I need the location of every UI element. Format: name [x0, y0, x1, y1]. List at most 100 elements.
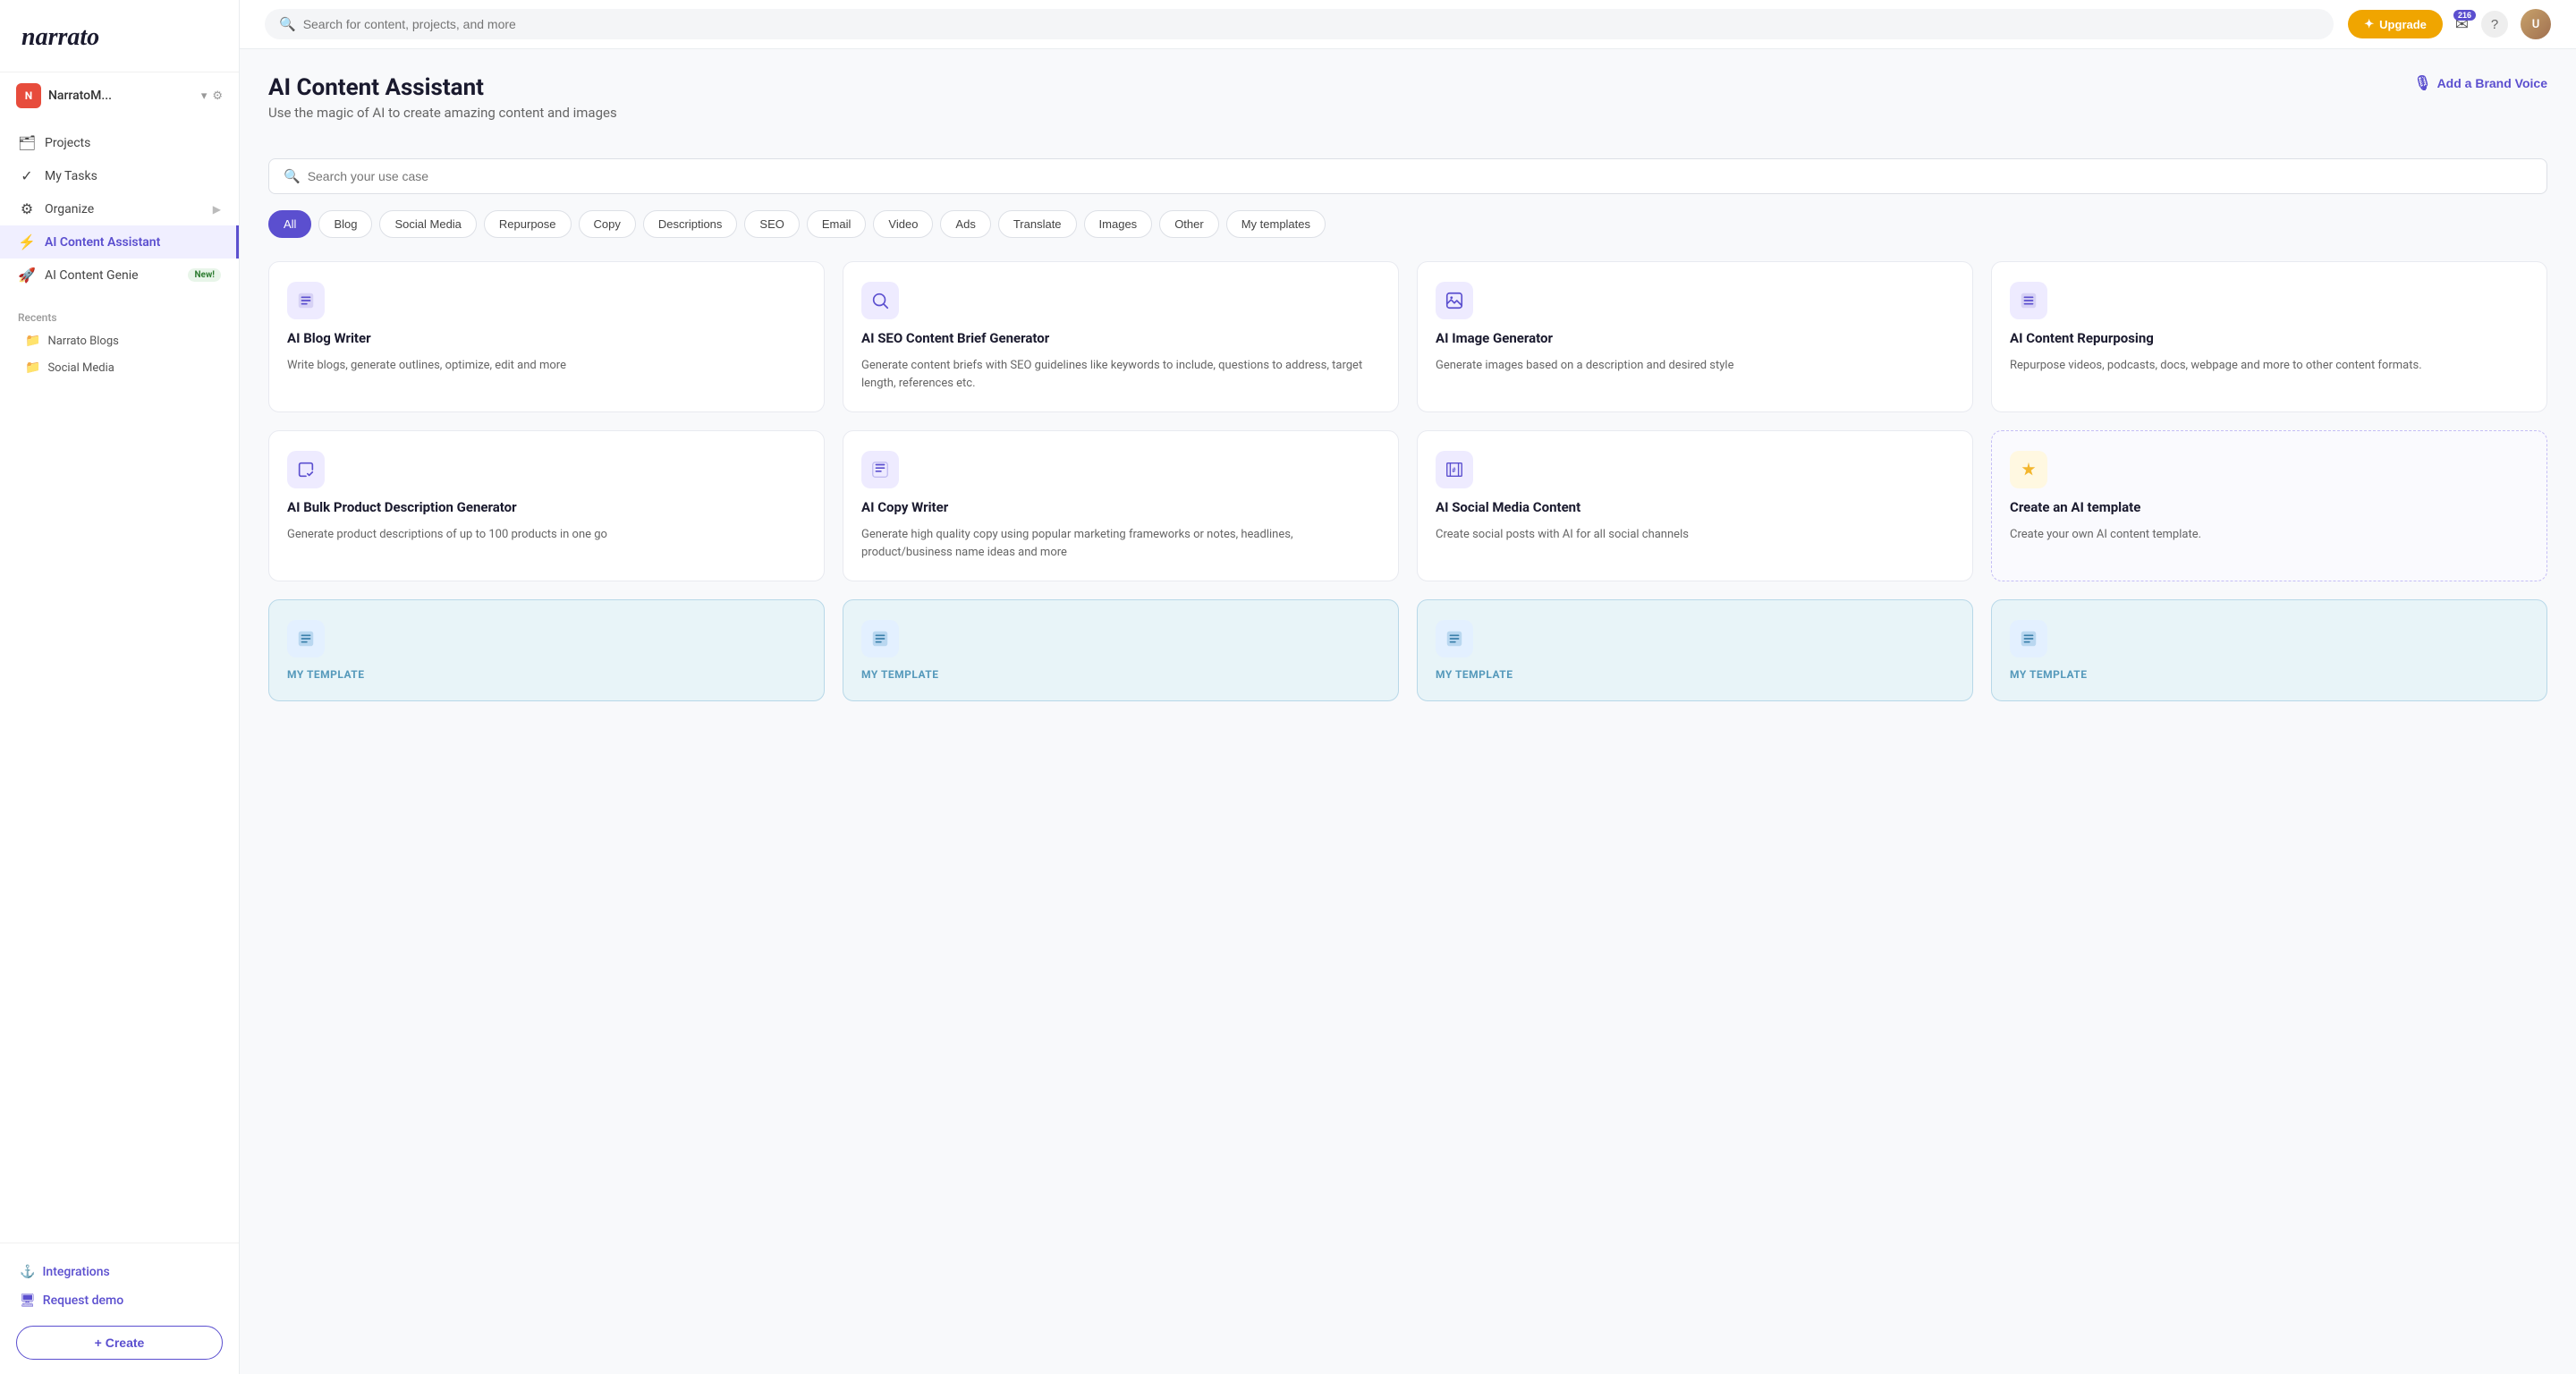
anchor-icon: ⚓ [20, 1265, 35, 1279]
help-button[interactable]: ? [2481, 11, 2508, 38]
notifications-button[interactable]: ✉ 216 [2455, 15, 2469, 34]
sidebar-logo: narrato [0, 0, 239, 72]
monitor-icon: 🖥 [20, 1293, 36, 1308]
chevron-down-icon[interactable]: ▾ [201, 89, 208, 103]
sidebar-item-ai-content-genie[interactable]: 🚀 AI Content Genie New! [0, 259, 239, 292]
filter-tabs: AllBlogSocial Media RepurposeCopyDescript… [268, 210, 2547, 238]
template-label: MY TEMPLATE [287, 668, 806, 681]
filter-tab-repurpose[interactable]: Repurpose [484, 210, 572, 238]
star-icon: ✦ [2364, 17, 2374, 31]
card-template-card-1[interactable]: MY TEMPLATE [268, 599, 825, 701]
sidebar-item-label: Projects [45, 136, 221, 150]
card-template-card-2[interactable]: MY TEMPLATE [843, 599, 1399, 701]
tasks-icon: ✓ [18, 167, 36, 184]
filter-tab-descriptions[interactable]: Descriptions [643, 210, 738, 238]
card-icon-template-card-4 [2010, 620, 2047, 657]
topbar-right-actions: ✦ Upgrade ✉ 216 ? U [2348, 9, 2551, 39]
card-ai-seo-brief[interactable]: AI SEO Content Brief Generator Generate … [843, 261, 1399, 412]
card-desc-ai-copy-writer: Generate high quality copy using popular… [861, 526, 1380, 561]
recents-section: Recents 📁 Narrato Blogs 📁 Social Media [0, 299, 239, 381]
sidebar: narrato N NarratoM... ▾ ⚙ 🗂 Projects ✓ M… [0, 0, 240, 1374]
sidebar-item-my-tasks[interactable]: ✓ My Tasks [0, 159, 239, 192]
request-demo-link[interactable]: 🖥 Request demo [16, 1286, 223, 1315]
filter-tab-blog[interactable]: Blog [318, 210, 372, 238]
recents-label: Recents [0, 299, 239, 327]
notification-badge: 216 [2453, 10, 2476, 21]
template-label: MY TEMPLATE [2010, 668, 2529, 681]
card-title-ai-blog-writer: AI Blog Writer [287, 330, 806, 346]
template-label: MY TEMPLATE [1436, 668, 1954, 681]
card-ai-social-media[interactable]: # AI Social Media Content Create social … [1417, 430, 1973, 581]
card-ai-bulk-product[interactable]: AI Bulk Product Description Generator Ge… [268, 430, 825, 581]
filter-tab-all[interactable]: All [268, 210, 311, 238]
use-case-search-input[interactable] [308, 169, 2532, 183]
card-template-card-3[interactable]: MY TEMPLATE [1417, 599, 1973, 701]
settings-icon[interactable]: ⚙ [212, 89, 223, 103]
card-desc-ai-bulk-product: Generate product descriptions of up to 1… [287, 526, 806, 544]
card-icon-ai-bulk-product [287, 451, 325, 488]
new-badge: New! [188, 268, 221, 282]
filter-tab-social-media[interactable]: Social Media [379, 210, 476, 238]
card-desc-ai-content-repurposing: Repurpose videos, podcasts, docs, webpag… [2010, 357, 2529, 375]
filter-tab-ads[interactable]: Ads [940, 210, 990, 238]
card-title-ai-bulk-product: AI Bulk Product Description Generator [287, 499, 806, 515]
recent-item-label: Narrato Blogs [47, 335, 118, 348]
card-icon-ai-seo-brief [861, 282, 899, 319]
cards-grid: AI Blog Writer Write blogs, generate out… [268, 261, 2547, 701]
card-template-card-4[interactable]: MY TEMPLATE [1991, 599, 2547, 701]
sidebar-item-organize[interactable]: ⚙ Organize ▶ [0, 192, 239, 225]
projects-icon: 🗂 [18, 134, 36, 151]
search-icon: 🔍 [284, 168, 301, 184]
card-icon-ai-blog-writer [287, 282, 325, 319]
card-desc-ai-blog-writer: Write blogs, generate outlines, optimize… [287, 357, 806, 375]
account-switcher[interactable]: N NarratoM... ▾ ⚙ [0, 72, 239, 119]
card-icon-template-card-1 [287, 620, 325, 657]
card-icon-template-card-2 [861, 620, 899, 657]
folder-icon: 📁 [25, 360, 40, 375]
card-title-ai-copy-writer: AI Copy Writer [861, 499, 1380, 515]
sidebar-item-label: AI Content Assistant [45, 235, 218, 250]
page-subtitle: Use the magic of AI to create amazing co… [268, 105, 617, 121]
sidebar-item-ai-content-assistant[interactable]: ⚡ AI Content Assistant [0, 225, 239, 259]
lightning-icon: ⚡ [18, 233, 36, 250]
use-case-search-container: 🔍 [268, 158, 2547, 194]
card-desc-ai-image-generator: Generate images based on a description a… [1436, 357, 1954, 375]
filter-tab-other[interactable]: Other [1159, 210, 1219, 238]
card-icon-template-card-3 [1436, 620, 1473, 657]
card-title-ai-social-media: AI Social Media Content [1436, 499, 1954, 515]
template-label: MY TEMPLATE [861, 668, 1380, 681]
svg-text:#: # [1452, 466, 1456, 474]
integrations-link[interactable]: ⚓ Integrations [16, 1258, 223, 1286]
card-desc-create-ai-template: Create your own AI content template. [2010, 526, 2529, 544]
card-title-ai-seo-brief: AI SEO Content Brief Generator [861, 330, 1380, 346]
sidebar-item-projects[interactable]: 🗂 Projects [0, 126, 239, 159]
question-icon: ? [2491, 17, 2498, 32]
topbar: 🔍 ✦ Upgrade ✉ 216 ? U [240, 0, 2576, 49]
card-ai-blog-writer[interactable]: AI Blog Writer Write blogs, generate out… [268, 261, 825, 412]
filter-tab-translate[interactable]: Translate [998, 210, 1077, 238]
page-header: AI Content Assistant Use the magic of AI… [268, 74, 2547, 139]
card-create-ai-template[interactable]: Create an AI template Create your own AI… [1991, 430, 2547, 581]
filter-tab-seo[interactable]: SEO [744, 210, 799, 238]
topbar-search-container: 🔍 [265, 9, 2334, 39]
recent-item-social-media[interactable]: 📁 Social Media [0, 354, 239, 381]
upgrade-button[interactable]: ✦ Upgrade [2348, 10, 2443, 38]
card-ai-content-repurposing[interactable]: AI Content Repurposing Repurpose videos,… [1991, 261, 2547, 412]
card-ai-image-generator[interactable]: AI Image Generator Generate images based… [1417, 261, 1973, 412]
sidebar-item-label: My Tasks [45, 169, 221, 183]
card-icon-ai-social-media: # [1436, 451, 1473, 488]
user-avatar[interactable]: U [2521, 9, 2551, 39]
filter-tab-copy[interactable]: Copy [579, 210, 636, 238]
filter-tab-email[interactable]: Email [807, 210, 867, 238]
filter-tab-images[interactable]: Images [1084, 210, 1153, 238]
create-button[interactable]: + Create [16, 1326, 223, 1360]
rocket-icon: 🚀 [18, 267, 36, 284]
card-ai-copy-writer[interactable]: AI Copy Writer Generate high quality cop… [843, 430, 1399, 581]
topbar-search-input[interactable] [303, 17, 2320, 31]
page-title: AI Content Assistant [268, 74, 617, 101]
add-brand-voice-button[interactable]: 🎙 Add a Brand Voice [2413, 74, 2547, 92]
sidebar-navigation: 🗂 Projects ✓ My Tasks ⚙ Organize ▶ ⚡ AI … [0, 119, 239, 299]
filter-tab-my-templates[interactable]: My templates [1226, 210, 1326, 238]
recent-item-narrato-blogs[interactable]: 📁 Narrato Blogs [0, 327, 239, 354]
filter-tab-video[interactable]: Video [873, 210, 933, 238]
